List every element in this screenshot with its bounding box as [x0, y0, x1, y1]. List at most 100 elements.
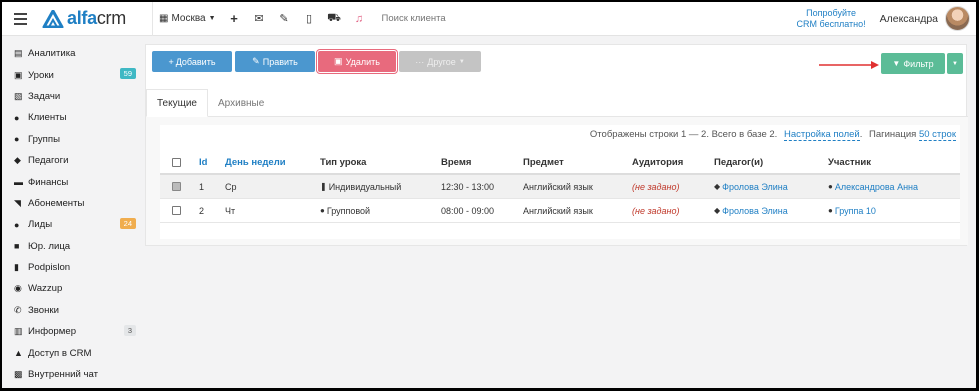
sidebar-item-finance[interactable]: ▬ Финансы	[2, 171, 140, 192]
filter-icon: ▼	[892, 59, 901, 68]
field-settings-link[interactable]: Настройка полей	[783, 129, 860, 141]
avatar[interactable]	[945, 6, 971, 31]
column-header-time: Время	[441, 156, 472, 168]
sidebar-item-analytics[interactable]: ▤ Аналитика	[2, 43, 140, 64]
cell-time: 08:00 - 09:00	[441, 205, 495, 216]
delete-button-label: Удалить	[345, 56, 380, 67]
annotation-arrow	[819, 61, 879, 69]
filter-button[interactable]: ▼ Фильтр	[881, 53, 945, 74]
lessons-panel: + Добавить ✎ Править ▣ Удалить ··· Другое ▼ ▼…	[145, 44, 968, 246]
delete-button[interactable]: ▣ Удалить	[316, 49, 398, 74]
informer-count-badge: 3	[123, 325, 136, 337]
cell-teacher[interactable]: ◆ Фролова Элина	[714, 199, 788, 222]
filter-menu-button[interactable]: ▼	[947, 53, 963, 74]
tabs: Текущие Архивные	[146, 89, 968, 117]
user-icon: ●	[828, 182, 833, 191]
chat-icon: ▩	[14, 369, 23, 380]
menu-icon[interactable]	[6, 2, 34, 36]
select-all-checkbox[interactable]	[172, 157, 181, 167]
map-icon: ▤	[14, 48, 23, 59]
sidebar-item-label: Информер	[28, 326, 77, 338]
sidebar-item-clients[interactable]: ● Клиенты	[2, 107, 140, 128]
branch-selector[interactable]: ▦ Москва ▼	[159, 13, 216, 24]
cell-id: 2	[199, 205, 205, 216]
row-checkbox[interactable]	[172, 182, 181, 191]
graduation-cap-icon: ◆	[714, 206, 721, 215]
sidebar-item-leads[interactable]: ● Лиды 24	[2, 214, 140, 235]
row-checkbox-cell	[172, 199, 181, 222]
cell-teacher-label: Фролова Элина	[722, 205, 788, 216]
promo-link[interactable]: Попробуйте CRM бесплатно!	[797, 8, 866, 30]
row-checkbox[interactable]	[172, 206, 181, 215]
cell-type: ● Групповой	[320, 199, 370, 222]
search-input[interactable]	[381, 13, 682, 24]
user-name[interactable]: Александра	[880, 13, 938, 25]
envelope-icon[interactable]: ✉	[247, 2, 272, 36]
cell-weekday: Ср	[225, 181, 237, 192]
column-header-participant: Участник	[828, 156, 871, 168]
sidebar-item-label: Абонементы	[28, 197, 85, 209]
sidebar-item-podpislon[interactable]: ▮ Podpislon	[2, 257, 140, 278]
column-header-type: Тип урока	[320, 156, 367, 168]
other-dropdown-button[interactable]: ··· Другое ▼	[399, 51, 481, 72]
lessons-count-badge: 59	[119, 68, 136, 80]
rows-shown-text: Отображены строки 1 — 2. Всего в базе 2.	[589, 129, 778, 140]
cell-room: (не задано)	[632, 181, 680, 192]
graduation-cap-icon: ◆	[14, 155, 21, 166]
building-icon: ▦	[159, 13, 169, 24]
search-box[interactable]	[381, 13, 682, 24]
tab-archive[interactable]: Архивные	[208, 89, 274, 117]
table-header-row: Id День недели Тип урока Время Предмет А…	[160, 151, 960, 175]
sidebar-item-informer[interactable]: ▥ Информер 3	[2, 321, 140, 342]
sidebar-item-label: Аналитика	[28, 48, 76, 60]
cell-weekday: Чт	[225, 205, 236, 216]
add-button[interactable]: + Добавить	[152, 51, 232, 72]
sidebar-item-subscriptions[interactable]: ◥ Абонементы	[2, 193, 140, 214]
whatsapp-icon: ◉	[14, 283, 22, 294]
table-row[interactable]: 2 Чт ● Групповой 08:00 - 09:00 Английский…	[160, 199, 960, 223]
sidebar-item-label: Финансы	[28, 176, 69, 188]
pagination-link[interactable]: 50 строк	[918, 129, 956, 141]
logo[interactable]: alfacrm	[42, 8, 140, 29]
cell-teacher[interactable]: ◆ Фролова Элина	[714, 175, 788, 198]
table-row[interactable]: 1 Ср ❚ Индивидуальный 12:30 - 13:00 Англи…	[160, 175, 960, 199]
sidebar-item-internal-chat[interactable]: ▩ Внутренний чат	[2, 364, 140, 385]
caret-down-icon: ▼	[208, 15, 216, 22]
separator: .	[859, 129, 863, 140]
cell-teacher-label: Фролова Элина	[722, 181, 788, 192]
sidebar-item-crm-access[interactable]: ▲ Доступ в CRM	[2, 342, 140, 363]
wrench-icon[interactable]: ✎	[272, 2, 297, 36]
sidebar-item-teachers[interactable]: ◆ Педагоги	[2, 150, 140, 171]
sidebar-item-groups[interactable]: ● Группы	[2, 129, 140, 150]
logo-main-text: alfa	[67, 8, 97, 28]
column-header-id[interactable]: Id	[199, 151, 207, 173]
cell-participant[interactable]: ● Группа 10	[828, 199, 876, 222]
sidebar-item-legal-entities[interactable]: ■ Юр. лица	[2, 236, 140, 257]
cart-icon[interactable]: ⛟	[322, 2, 347, 36]
cell-type: ❚ Индивидуальный	[320, 175, 401, 198]
plus-icon: +	[168, 56, 174, 67]
file-icon: ▮	[14, 262, 19, 273]
book-icon: ▥	[14, 326, 23, 337]
plus-icon[interactable]: +	[222, 2, 247, 36]
caret-down-icon: ▼	[952, 60, 958, 67]
sidebar-item-label: Педагоги	[28, 155, 69, 167]
column-header-weekday[interactable]: День недели	[225, 151, 286, 173]
tab-current[interactable]: Текущие	[146, 89, 208, 117]
sidebar-item-lessons[interactable]: ▣ Уроки 59	[2, 64, 140, 85]
edit-button[interactable]: ✎ Править	[235, 51, 315, 72]
sidebar-item-label: Доступ в CRM	[28, 347, 92, 359]
sidebar-item-wazzup[interactable]: ◉ Wazzup	[2, 278, 140, 299]
sidebar-item-label: Wazzup	[28, 283, 63, 295]
bell-icon[interactable]: ♫	[347, 2, 372, 36]
sidebar-item-tasks[interactable]: ▧ Задачи	[2, 86, 140, 107]
column-header-subject: Предмет	[523, 156, 564, 168]
cell-participant[interactable]: ● Александрова Анна	[828, 175, 918, 198]
other-button-label: Другое	[427, 56, 456, 67]
cell-subject: Английский язык	[523, 181, 593, 192]
mobile-icon[interactable]: ▯	[297, 2, 322, 36]
sidebar-item-label: Задачи	[28, 90, 61, 102]
tag-icon: ◥	[14, 197, 21, 208]
cell-subject: Английский язык	[523, 205, 593, 216]
sidebar-item-calls[interactable]: ✆ Звонки	[2, 300, 140, 321]
